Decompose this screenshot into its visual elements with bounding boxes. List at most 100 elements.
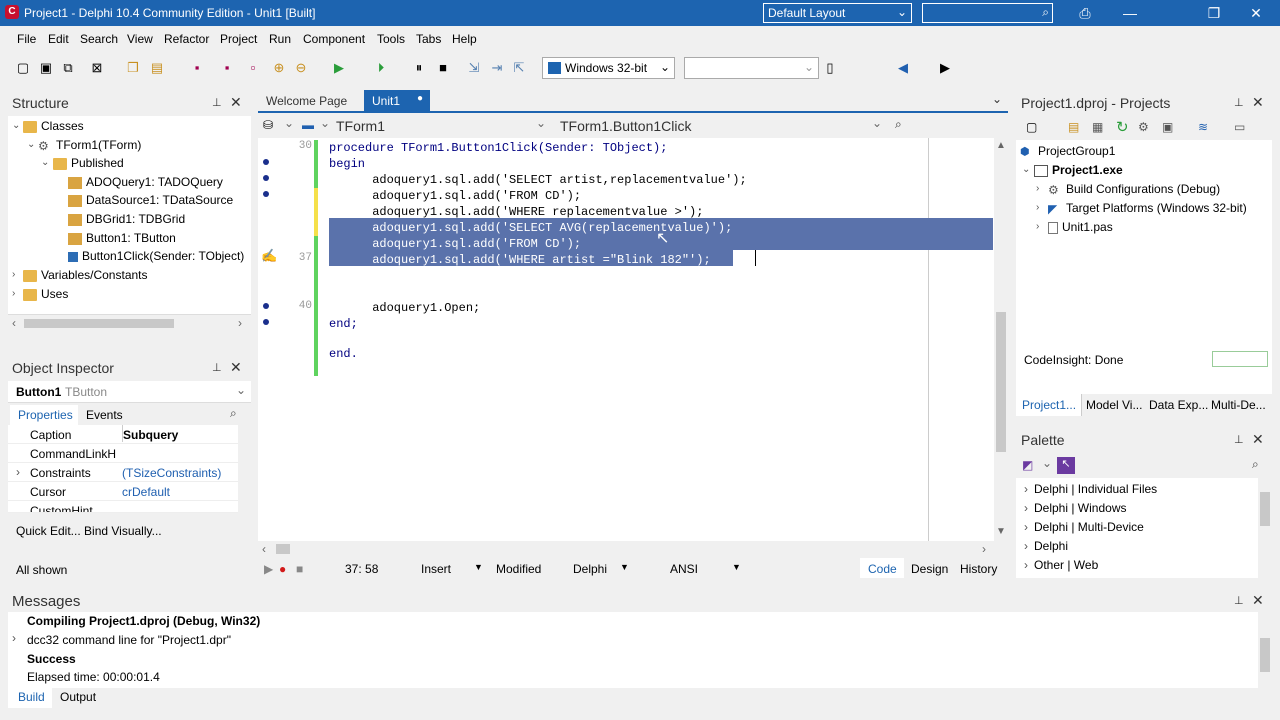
- chevron-down-icon[interactable]: ⌄: [41, 157, 49, 168]
- chevron-down-icon[interactable]: ⌄: [320, 116, 330, 130]
- close-icon[interactable]: ✕: [1252, 592, 1264, 609]
- minimize-button[interactable]: —: [1110, 0, 1150, 26]
- pin-icon[interactable]: ⊥: [1234, 594, 1244, 607]
- tab-unit1[interactable]: Unit1 ●: [364, 90, 430, 112]
- chevron-right-icon[interactable]: ›: [238, 316, 242, 330]
- code-line[interactable]: procedure TForm1.Button1Click(Sender: TO…: [329, 140, 667, 156]
- tab-build[interactable]: Build: [8, 688, 52, 708]
- menu-project[interactable]: Project: [220, 32, 257, 46]
- language-selector[interactable]: Delphi: [573, 562, 607, 576]
- palette-item[interactable]: › Delphi | Windows: [1024, 499, 1126, 517]
- tab-data-explorer[interactable]: Data Exp...: [1149, 398, 1208, 412]
- vertical-scrollbar[interactable]: [1258, 612, 1272, 688]
- projects-tree[interactable]: ⬢ ProjectGroup1 ⌄ Project1.exe › ⚙ Build C…: [1016, 140, 1272, 348]
- stop-icon[interactable]: ■: [434, 59, 452, 77]
- menu-component[interactable]: Component: [303, 32, 365, 46]
- tree-node[interactable]: ⚙ Build Configurations (Debug): [1048, 180, 1220, 198]
- tab-output[interactable]: Output: [60, 690, 96, 704]
- trace-into-icon[interactable]: ⇥: [488, 59, 506, 77]
- editor-hscrollbar[interactable]: ‹ ›: [258, 541, 994, 557]
- tab-project1[interactable]: Project1...: [1016, 394, 1082, 416]
- menu-search[interactable]: Search: [80, 32, 118, 46]
- code-line[interactable]: end.: [329, 346, 358, 362]
- folder-icon[interactable]: ▦: [1092, 120, 1103, 134]
- tree-node[interactable]: ⚙ TForm1(TForm): [38, 136, 141, 154]
- palette-item[interactable]: › Delphi: [1024, 537, 1068, 555]
- tree-node[interactable]: ◤ Target Platforms (Windows 32-bit): [1048, 199, 1247, 217]
- tab-model-view[interactable]: Model Vi...: [1086, 398, 1142, 412]
- pointer-icon[interactable]: ↖: [1057, 457, 1075, 474]
- message-line[interactable]: Elapsed time: 00:00:01.4: [27, 670, 160, 684]
- scrollbar-thumb[interactable]: [1260, 638, 1270, 672]
- tree-node[interactable]: Button1: TButton: [68, 229, 176, 247]
- chevron-down-icon[interactable]: ⌄: [536, 116, 546, 130]
- chevron-down-icon[interactable]: ⌄: [1042, 456, 1052, 470]
- chevron-down-icon[interactable]: ▼: [732, 562, 741, 572]
- chevron-left-icon[interactable]: ‹: [12, 316, 16, 330]
- class-icon[interactable]: ▬: [302, 118, 314, 132]
- close-icon[interactable]: ✕: [230, 359, 242, 376]
- sort-icon[interactable]: ≋: [1198, 120, 1208, 134]
- play-macro-icon[interactable]: ▶: [264, 562, 273, 576]
- pin-icon[interactable]: ⊥: [1234, 96, 1244, 109]
- chevron-up-icon[interactable]: ▲: [996, 140, 1006, 151]
- vertical-scrollbar[interactable]: [1258, 478, 1272, 578]
- chevron-left-icon[interactable]: ‹: [262, 542, 266, 556]
- add-file-icon[interactable]: ⊕: [270, 59, 288, 77]
- message-line[interactable]: dcc32 command line for "Project1.dpr": [27, 633, 231, 647]
- property-row[interactable]: Cursor crDefault: [8, 482, 238, 501]
- run-icon[interactable]: ▶: [330, 59, 348, 77]
- code-editor[interactable]: 30 37 40 ✍ procedure TForm1.Button1Click…: [258, 138, 1008, 541]
- menu-file[interactable]: File: [17, 32, 36, 46]
- chevron-down-icon[interactable]: ▼: [474, 562, 483, 572]
- menu-tools[interactable]: Tools: [377, 32, 405, 46]
- tree-node[interactable]: Classes: [23, 117, 84, 135]
- breakpoint-dot[interactable]: [263, 303, 269, 309]
- quick-edit-links[interactable]: Quick Edit... Bind Visually...: [16, 524, 162, 538]
- code-line[interactable]: adoquery1.sql.add('SELECT artist,replace…: [329, 172, 746, 188]
- open-icon[interactable]: ❐: [124, 59, 142, 77]
- vertical-scrollbar[interactable]: ▲ ▼: [994, 138, 1008, 541]
- chevron-right-icon[interactable]: ›: [12, 269, 15, 280]
- search-icon[interactable]: ⌕: [230, 406, 237, 421]
- stop-macro-icon[interactable]: ■: [296, 562, 303, 576]
- message-line[interactable]: Compiling Project1.dproj (Debug, Win32): [27, 614, 260, 628]
- pin-icon[interactable]: ⊥: [1234, 433, 1244, 446]
- palette-item[interactable]: › Other | Web: [1024, 556, 1098, 574]
- palette-item[interactable]: › Delphi | Multi-Device: [1024, 518, 1144, 536]
- view-icon[interactable]: ▭: [1234, 120, 1245, 134]
- breakpoint-dot[interactable]: [263, 175, 269, 181]
- menu-tabs[interactable]: Tabs: [416, 32, 441, 46]
- device-icon[interactable]: ▯: [821, 59, 839, 77]
- maximize-button[interactable]: ❐: [1194, 0, 1234, 26]
- tree-node[interactable]: Project1.exe: [1034, 161, 1123, 179]
- vertical-scrollbar[interactable]: [238, 425, 251, 513]
- messages-list[interactable]: Compiling Project1.dproj (Debug, Win32) …: [8, 612, 1272, 688]
- code-line[interactable]: begin: [329, 156, 365, 172]
- search-icon[interactable]: ⌕: [895, 117, 902, 132]
- chevron-right-icon[interactable]: ›: [982, 542, 986, 556]
- tab-properties[interactable]: Properties: [10, 405, 78, 425]
- chevron-right-icon[interactable]: ›: [1036, 202, 1039, 213]
- layout-combo[interactable]: Default Layout ⌄: [763, 3, 912, 23]
- property-row[interactable]: Caption Subquery: [8, 425, 238, 444]
- chevron-down-icon[interactable]: ⌄: [27, 139, 35, 150]
- run-without-debug-icon[interactable]: ⏵: [372, 59, 390, 77]
- class-combo[interactable]: TForm1: [336, 118, 385, 134]
- new-project-icon[interactable]: ▢: [1026, 120, 1037, 134]
- bookmark-icon[interactable]: ✍: [261, 248, 277, 264]
- scrollbar-thumb[interactable]: [24, 319, 174, 328]
- tree-node[interactable]: Unit1.pas: [1048, 218, 1113, 236]
- tree-node[interactable]: Uses: [23, 285, 68, 303]
- chevron-right-icon[interactable]: ›: [1036, 221, 1039, 232]
- record-macro-icon[interactable]: ●: [279, 562, 286, 576]
- structure-tree[interactable]: ⌄ Classes ⌄ ⚙ TForm1(TForm) ⌄ Published A…: [8, 116, 251, 332]
- message-line[interactable]: Success: [27, 652, 76, 666]
- close-button[interactable]: ✕: [1236, 0, 1276, 26]
- close-icon[interactable]: ✕: [1252, 94, 1264, 111]
- property-value[interactable]: (TSizeConstraints): [122, 466, 221, 480]
- remove-icon[interactable]: ⊠: [88, 59, 106, 77]
- chevron-right-icon[interactable]: ›: [1036, 183, 1039, 194]
- open-folder-icon[interactable]: ▤: [148, 59, 166, 77]
- chevron-down-icon[interactable]: ▼: [620, 562, 629, 572]
